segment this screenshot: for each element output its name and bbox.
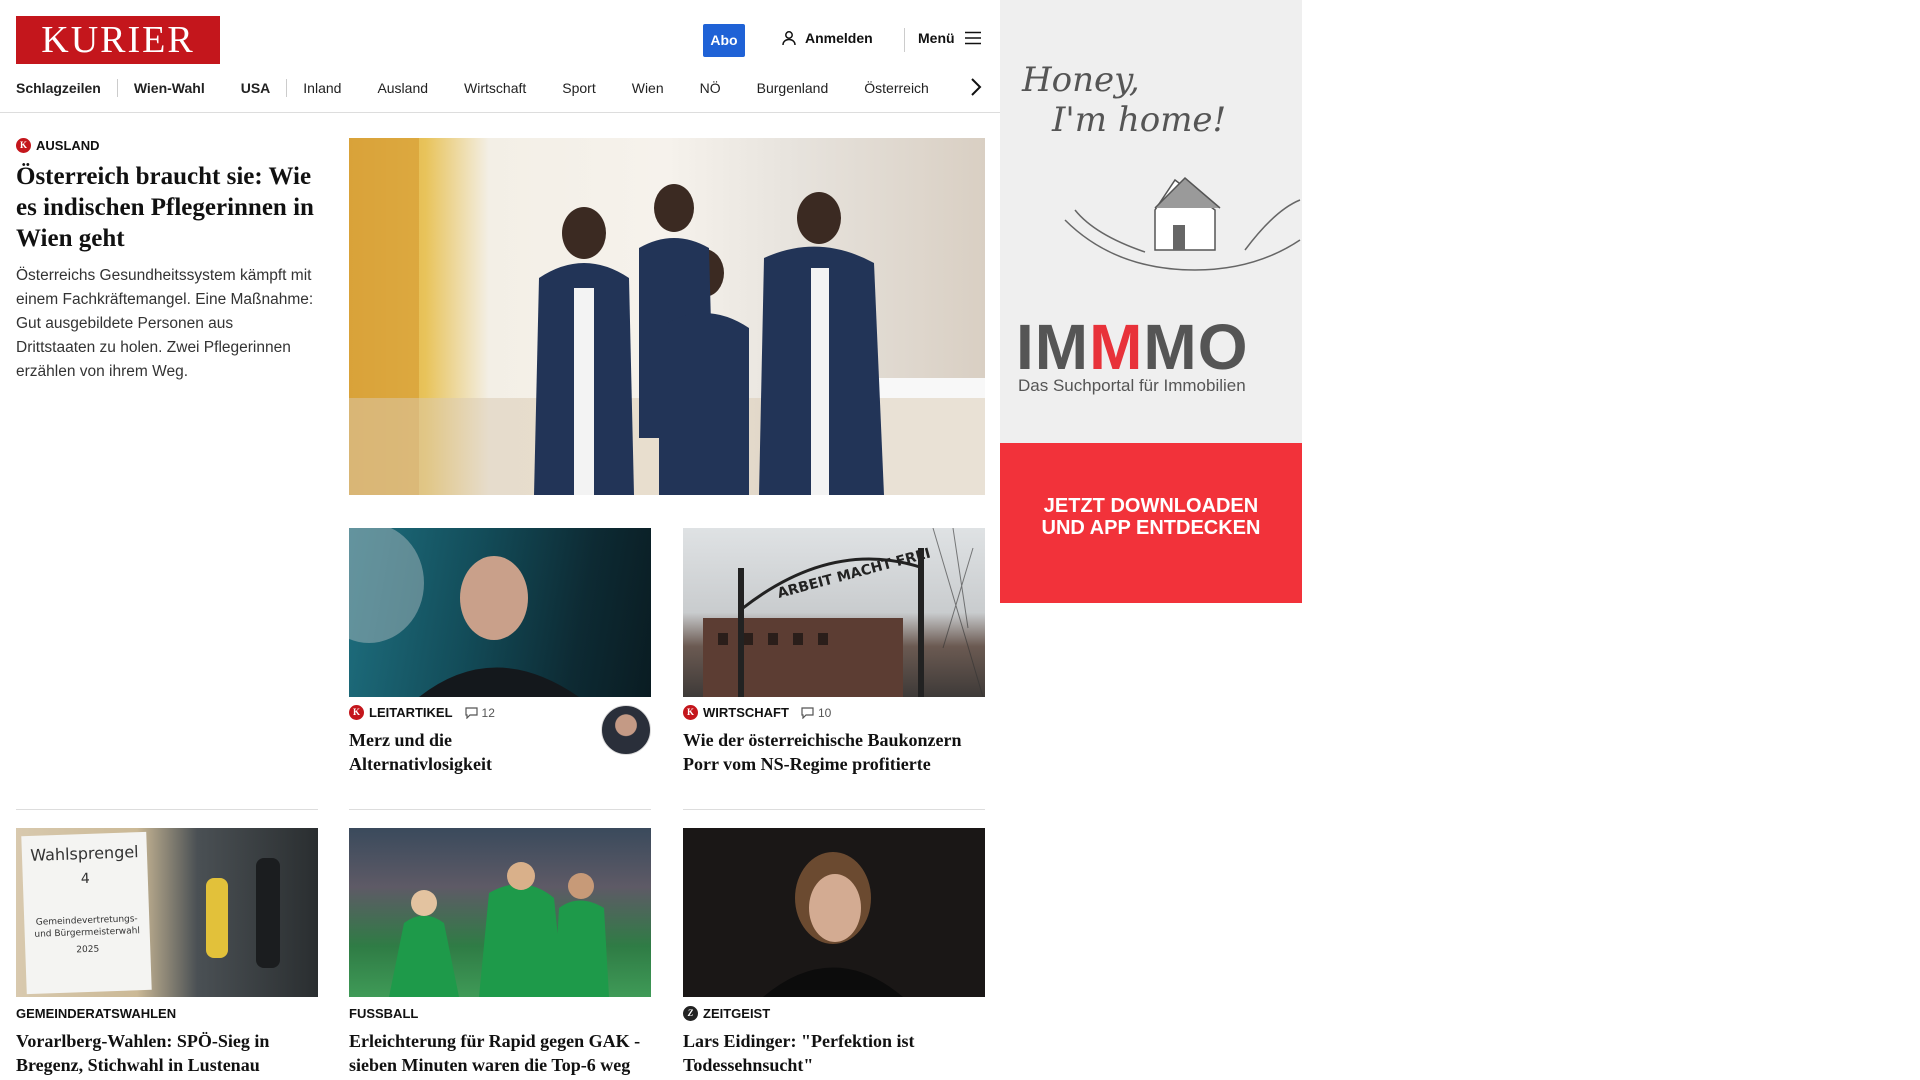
card-gemeinderatswahlen[interactable]: GEMEINDERATSWAHLEN Vorarlberg-Wahlen: SP… <box>16 1006 318 1077</box>
kurier-logo[interactable]: KURIER <box>16 16 220 64</box>
card-category: GEMEINDERATSWAHLEN <box>16 1006 318 1021</box>
hamburger-icon <box>964 31 981 45</box>
comment-count[interactable]: 12 <box>464 705 495 720</box>
ad-download-button[interactable]: JETZT DOWNLOADEN UND APP ENTDECKEN <box>1000 443 1302 603</box>
comment-count-value: 10 <box>817 705 832 720</box>
card-category: Z ZEITGEIST <box>683 1006 985 1021</box>
card-headline[interactable]: Lars Eidinger: "Perfektion ist Todessehn… <box>683 1029 985 1077</box>
menu-label: Menü <box>918 30 955 46</box>
election-image[interactable]: Wahlsprengel 4 Gemeindevertretungs- und … <box>16 828 318 997</box>
card-category-label: LEITARTIKEL <box>369 705 453 720</box>
card-category: K LEITARTIKEL <box>349 705 453 720</box>
card-category: FUSSBALL <box>349 1006 651 1021</box>
kurier-k-icon: K <box>349 705 364 720</box>
nav-item-oesterreich[interactable]: Österreich <box>864 80 929 96</box>
card-leitartikel[interactable]: K LEITARTIKEL 12 Merz und die Alternativ… <box>349 705 651 776</box>
chevron-right-icon[interactable] <box>968 76 984 98</box>
immmo-logo: IMMMO <box>1016 311 1249 383</box>
nav-item-ausland[interactable]: Ausland <box>377 80 428 96</box>
header-divider <box>904 28 905 52</box>
kurier-k-icon: K <box>16 138 31 153</box>
card-category-label: FUSSBALL <box>349 1006 419 1021</box>
lead-category-label: AUSLAND <box>36 138 100 153</box>
divider <box>683 809 985 810</box>
card-fussball[interactable]: FUSSBALL Erleichterung für Rapid gegen G… <box>349 1006 651 1077</box>
site-header: KURIER Abo Anmelden Menü Schlagzeilen Wi… <box>0 0 1000 113</box>
divider <box>16 809 318 810</box>
card-headline[interactable]: Wie der österreichische Baukonzern Porr … <box>683 728 985 776</box>
comment-count-value: 12 <box>481 705 495 720</box>
user-icon <box>782 31 796 46</box>
nav-item-inland[interactable]: Inland <box>303 80 341 96</box>
comment-icon <box>801 706 814 719</box>
lead-article[interactable]: K AUSLAND Österreich braucht sie: Wie es… <box>16 138 316 384</box>
lead-image-nurses[interactable] <box>349 138 985 495</box>
gate-image[interactable]: ARBEIT MACHT FREI <box>683 528 985 697</box>
ad-script-text: Honey, I'm home! <box>1022 60 1227 140</box>
divider <box>349 809 651 810</box>
rapid-image[interactable] <box>349 828 651 997</box>
section-nav: Schlagzeilen Wien-Wahl USA Inland Auslan… <box>16 78 965 98</box>
author-avatar <box>601 705 651 755</box>
nav-item-wien-wahl[interactable]: Wien-Wahl <box>134 80 205 96</box>
card-headline[interactable]: Erleichterung für Rapid gegen GAK - sieb… <box>349 1029 651 1077</box>
zeitgeist-z-icon: Z <box>683 1006 698 1021</box>
card-category: K WIRTSCHAFT <box>683 705 789 720</box>
lead-category: K AUSLAND <box>16 138 316 153</box>
kurier-k-icon: K <box>683 705 698 720</box>
nav-item-noe[interactable]: NÖ <box>700 80 721 96</box>
lead-teaser: Österreichs Gesundheitssystem kämpft mit… <box>16 267 314 380</box>
nav-item-sport[interactable]: Sport <box>562 80 595 96</box>
nav-item-wien[interactable]: Wien <box>632 80 664 96</box>
card-headline[interactable]: Merz und die Alternativlosigkeit <box>349 728 579 776</box>
login-label: Anmelden <box>805 30 873 46</box>
eidinger-image[interactable] <box>683 828 985 997</box>
nav-item-wirtschaft[interactable]: Wirtschaft <box>464 80 526 96</box>
comment-count[interactable]: 10 <box>801 706 831 720</box>
nav-item-usa[interactable]: USA <box>241 80 271 96</box>
ad-subtitle: Das Suchportal für Immobilien <box>1018 376 1246 395</box>
card-headline[interactable]: Vorarlberg-Wahlen: SPÖ-Sieg in Bregenz, … <box>16 1029 318 1077</box>
nav-item-schlagzeilen[interactable]: Schlagzeilen <box>16 80 101 96</box>
card-category-label: ZEITGEIST <box>703 1006 771 1021</box>
login-button[interactable]: Anmelden <box>781 30 873 46</box>
nav-divider <box>286 79 288 97</box>
card-wirtschaft[interactable]: K WIRTSCHAFT 10 Wie der österreichische … <box>683 705 985 776</box>
nav-divider <box>116 79 118 97</box>
card-meta: K WIRTSCHAFT 10 <box>683 705 985 720</box>
card-category-label: WIRTSCHAFT <box>703 705 789 720</box>
house-in-hand-icon <box>1064 176 1301 271</box>
lead-headline[interactable]: Österreich braucht sie: Wie es indischen… <box>16 161 316 254</box>
nav-item-burgenland[interactable]: Burgenland <box>757 80 829 96</box>
comment-icon <box>464 706 478 719</box>
merz-image[interactable] <box>349 528 651 697</box>
abo-button[interactable]: Abo <box>703 24 745 57</box>
card-category-label: GEMEINDERATSWAHLEN <box>16 1006 177 1021</box>
immmo-ad[interactable]: Honey, I'm home! IMMMO Das Suchportal fü… <box>1000 0 1302 603</box>
menu-button[interactable]: Menü <box>918 30 981 46</box>
card-zeitgeist[interactable]: Z ZEITGEIST Lars Eidinger: "Perfektion i… <box>683 1006 985 1077</box>
